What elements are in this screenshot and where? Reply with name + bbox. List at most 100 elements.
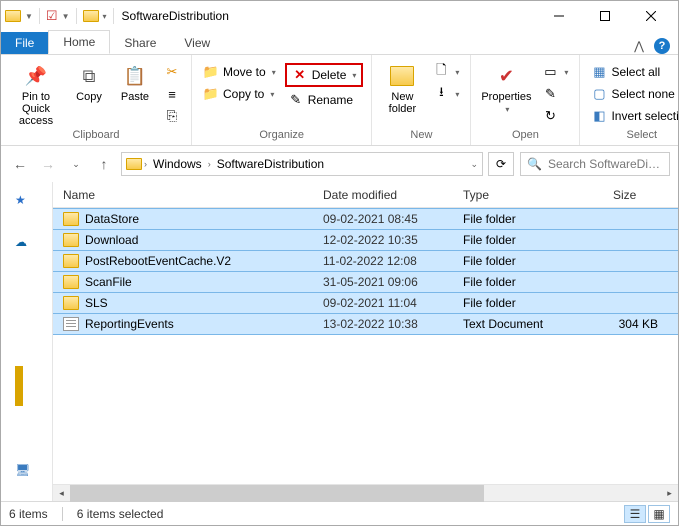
back-button[interactable]: ← — [9, 153, 31, 175]
folder-icon — [83, 10, 99, 22]
select-none-icon: ▢ — [591, 86, 607, 102]
column-headers: Name Date modified Type Size — [53, 182, 678, 208]
forward-button[interactable]: → — [37, 153, 59, 175]
ribbon-tabs: File Home Share View ⋀ ? — [1, 31, 678, 55]
shortcut-icon: ⎘ — [164, 108, 180, 124]
file-date: 13-02-2022 10:38 — [313, 317, 453, 331]
minimize-icon — [554, 11, 564, 21]
delete-button[interactable]: ✕Delete▾ — [285, 63, 364, 87]
new-item-button[interactable]: 🗋▾ — [430, 63, 462, 81]
cut-button[interactable]: ✂ — [161, 63, 183, 81]
scroll-right-icon[interactable]: ▸ — [661, 485, 678, 502]
table-row[interactable]: SLS09-02-2021 11:04File folder — [53, 292, 678, 314]
qat-dropdown-icon[interactable]: ▾ — [103, 12, 107, 21]
file-type: File folder — [453, 254, 603, 268]
folder-icon — [63, 233, 79, 247]
file-type: File folder — [453, 296, 603, 310]
copy-to-button[interactable]: 📁Copy to▾ — [200, 85, 279, 103]
tab-share[interactable]: Share — [110, 32, 170, 54]
copy-button[interactable]: ⧉ Copy — [69, 59, 109, 103]
help-icon[interactable]: ? — [654, 38, 670, 54]
pin-icon: 📌 — [22, 63, 50, 89]
paste-shortcut-button[interactable]: ⎘ — [161, 107, 183, 125]
table-row[interactable]: Download12-02-2022 10:35File folder — [53, 229, 678, 251]
rename-button[interactable]: ✎Rename — [285, 91, 364, 109]
select-all-button[interactable]: ▦Select all — [588, 63, 679, 81]
pc-icon: 🖥 — [15, 463, 30, 477]
navigation-pane[interactable]: ★ ☁ 🖥 — [1, 182, 53, 501]
folder-icon — [63, 275, 79, 289]
file-name: Download — [85, 233, 138, 247]
tab-view[interactable]: View — [170, 32, 224, 54]
address-bar[interactable]: › Windows › SoftwareDistribution ⌄ — [121, 152, 483, 176]
this-pc-item[interactable]: 🖥 — [1, 458, 52, 482]
col-type[interactable]: Type — [453, 188, 603, 202]
chevron-right-icon[interactable]: › — [208, 159, 211, 169]
file-date: 12-02-2022 10:35 — [313, 233, 453, 247]
quick-access-item[interactable]: ★ — [1, 188, 52, 212]
moveto-icon: 📁 — [203, 64, 219, 80]
refresh-button[interactable]: ⟳ — [488, 152, 514, 176]
edit-button[interactable]: ✎ — [539, 85, 571, 103]
new-folder-icon — [388, 63, 416, 89]
history-button[interactable]: ↻ — [539, 107, 571, 125]
pin-to-quick-access-button[interactable]: 📌 Pin to Quick access — [9, 59, 63, 127]
folder-icon — [63, 296, 79, 310]
text-file-icon — [63, 317, 79, 331]
scroll-thumb[interactable] — [70, 485, 484, 502]
table-row[interactable]: DataStore09-02-2021 08:45File folder — [53, 208, 678, 230]
onedrive-item[interactable]: ☁ — [1, 230, 52, 254]
copy-icon: ⧉ — [75, 63, 103, 89]
file-date: 09-02-2021 08:45 — [313, 212, 453, 226]
tab-file[interactable]: File — [1, 32, 48, 54]
properties-button[interactable]: ✔ Properties ▾ — [479, 59, 533, 114]
app-icon — [5, 10, 21, 22]
file-name: PostRebootEventCache.V2 — [85, 254, 231, 268]
copyto-icon: 📁 — [203, 86, 219, 102]
tab-home[interactable]: Home — [48, 30, 110, 54]
table-row[interactable]: PostRebootEventCache.V211-02-2022 12:08F… — [53, 250, 678, 272]
recent-dropdown[interactable]: ⌄ — [65, 153, 87, 175]
col-date[interactable]: Date modified — [313, 188, 453, 202]
up-button[interactable]: ↑ — [93, 153, 115, 175]
details-view-button[interactable]: ☰ — [624, 505, 646, 523]
ribbon: 📌 Pin to Quick access ⧉ Copy 📋 Paste ✂ ≡… — [1, 55, 678, 146]
window-title: SoftwareDistribution — [122, 9, 229, 23]
paste-icon: 📋 — [121, 63, 149, 89]
copy-path-button[interactable]: ≡ — [161, 85, 183, 103]
close-button[interactable] — [628, 1, 674, 31]
breadcrumb-current[interactable]: SoftwareDistribution — [213, 157, 328, 171]
invert-selection-button[interactable]: ◧Invert selection — [588, 107, 679, 125]
group-select: ▦Select all ▢Select none ◧Invert selecti… — [580, 55, 679, 145]
checkbox-icon[interactable]: ☑ — [46, 8, 58, 24]
table-row[interactable]: ReportingEvents13-02-2022 10:38Text Docu… — [53, 313, 678, 335]
easy-access-button[interactable]: ⭳▾ — [430, 85, 462, 103]
minimize-button[interactable] — [536, 1, 582, 31]
horizontal-scrollbar[interactable]: ◂ ▸ — [53, 484, 678, 501]
search-box[interactable]: 🔍 Search SoftwareDi… — [520, 152, 670, 176]
open-button[interactable]: ▭▾ — [539, 63, 571, 81]
file-name: ScanFile — [85, 275, 132, 289]
file-type: File folder — [453, 212, 603, 226]
scroll-left-icon[interactable]: ◂ — [53, 485, 70, 502]
paste-button[interactable]: 📋 Paste — [115, 59, 155, 103]
new-folder-button[interactable]: New folder — [380, 59, 424, 115]
table-row[interactable]: ScanFile31-05-2021 09:06File folder — [53, 271, 678, 293]
grid-icon: ▦ — [653, 507, 664, 521]
divider — [1, 374, 52, 398]
file-date: 09-02-2021 11:04 — [313, 296, 453, 310]
address-dropdown-icon[interactable]: ⌄ — [470, 159, 478, 170]
select-none-button[interactable]: ▢Select none — [588, 85, 679, 103]
move-to-button[interactable]: 📁Move to▾ — [200, 63, 279, 81]
thumbnails-view-button[interactable]: ▦ — [648, 505, 670, 523]
breadcrumb-windows[interactable]: Windows — [149, 157, 206, 171]
maximize-button[interactable] — [582, 1, 628, 31]
collapse-ribbon-icon[interactable]: ⋀ — [634, 39, 644, 53]
col-size[interactable]: Size — [603, 188, 678, 202]
qat-dropdown-icon[interactable]: ▼ — [62, 12, 70, 21]
search-icon: 🔍 — [527, 157, 542, 171]
status-bar: 6 items 6 items selected ☰ ▦ — [1, 501, 678, 525]
chevron-right-icon[interactable]: › — [144, 159, 147, 169]
col-name[interactable]: Name — [53, 188, 313, 202]
qat-dropdown-icon[interactable]: ▼ — [25, 12, 33, 21]
